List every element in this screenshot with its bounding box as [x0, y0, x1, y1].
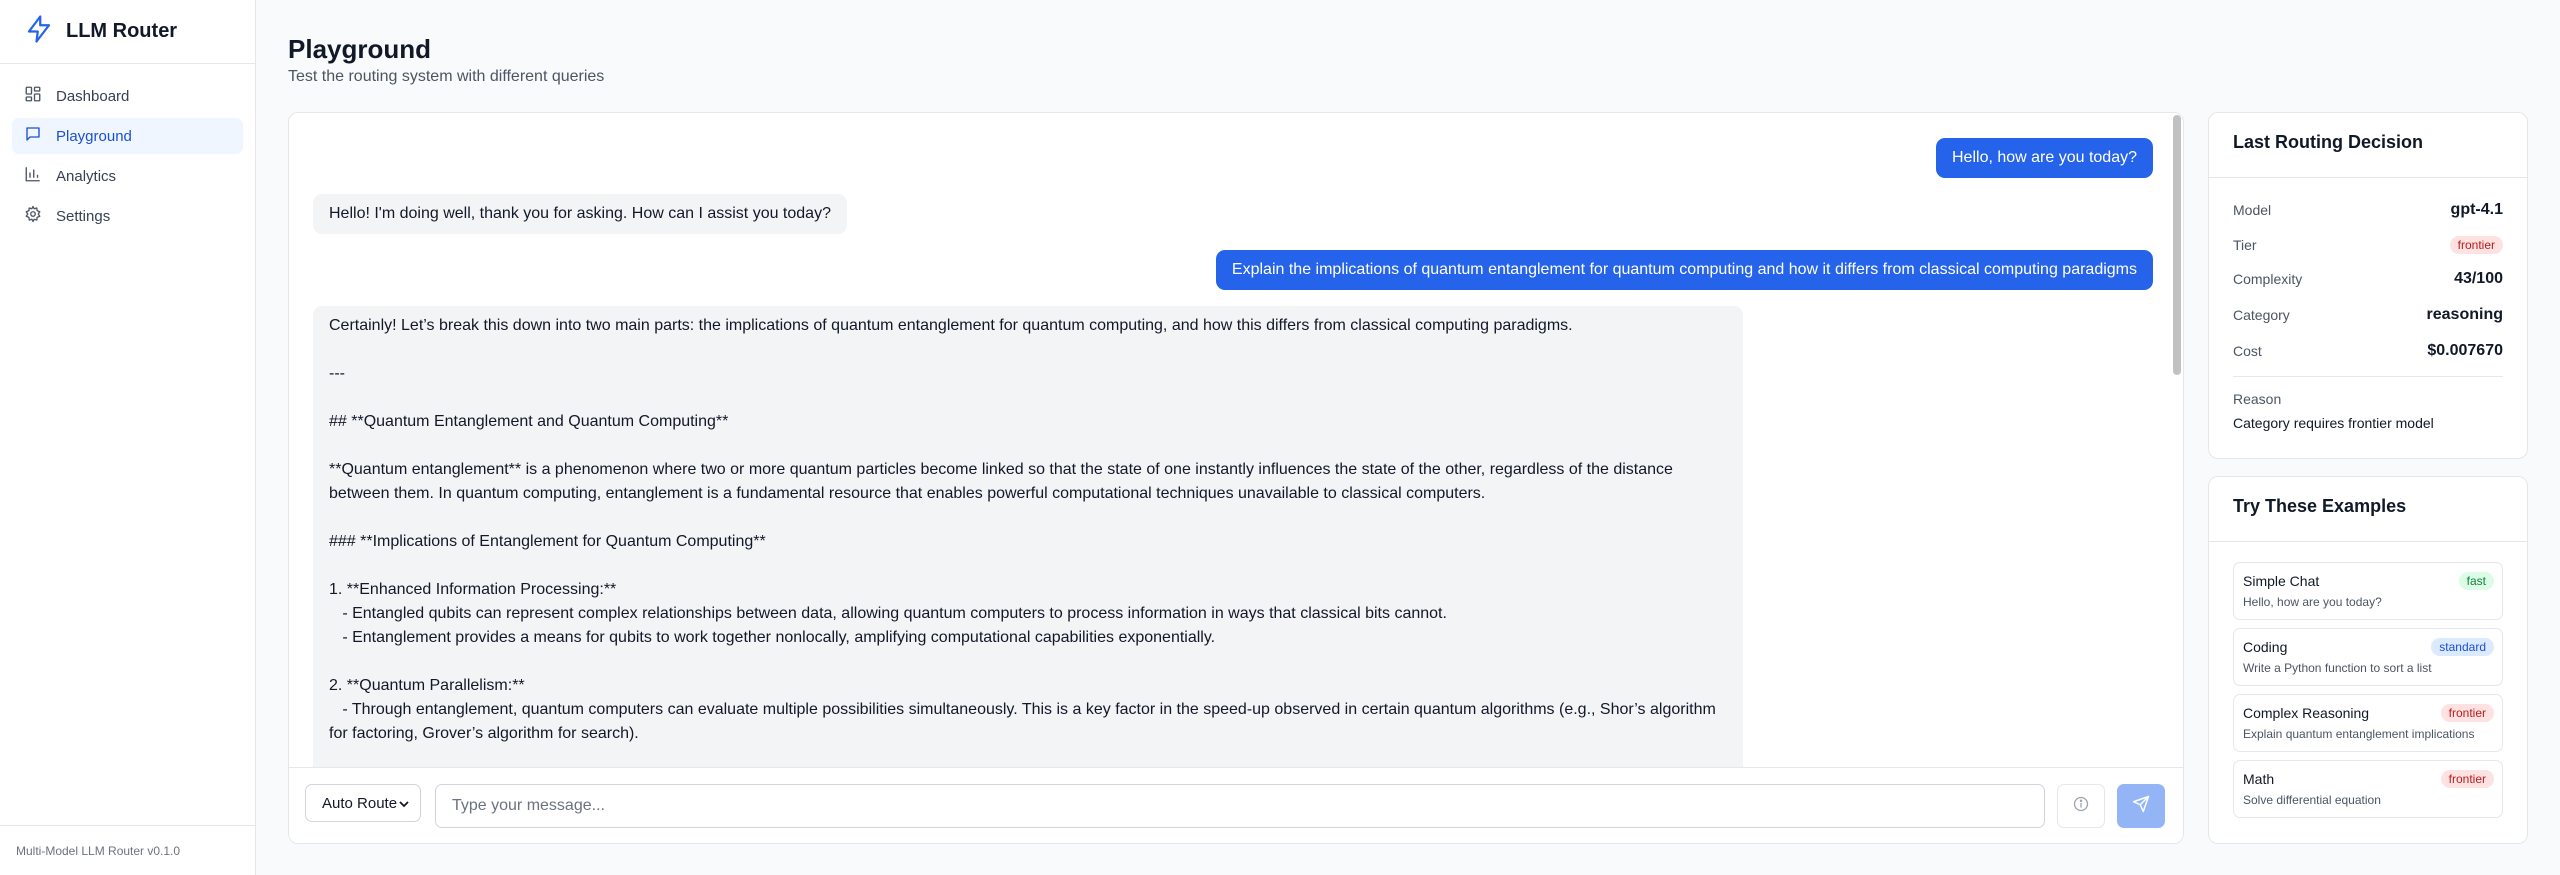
- sidebar-nav: Dashboard Playground Analytics Settings: [0, 64, 255, 252]
- dashboard-icon: [24, 85, 42, 107]
- example-desc: Solve differential equation: [2243, 793, 2381, 807]
- answer-line: - Entanglement provides a means for qubi…: [329, 629, 1216, 646]
- answer-line: **Quantum entanglement** is a phenomenon…: [329, 461, 1673, 502]
- scrollbar[interactable]: [2173, 115, 2181, 375]
- examples-card: Try These Examples Simple Chat fast Hell…: [2208, 476, 2528, 844]
- example-complex-reasoning[interactable]: Complex Reasoning frontier Explain quant…: [2233, 694, 2503, 752]
- model-row: Model gpt-4.1: [2233, 198, 2503, 222]
- sidebar-item-playground[interactable]: Playground: [12, 118, 243, 154]
- version-footer: Multi-Model LLM Router v0.1.0: [0, 825, 255, 875]
- message-list: Hello, how are you today? Hello! I'm doi…: [289, 113, 2183, 767]
- page-title: Playground: [288, 34, 432, 64]
- model-value: gpt-4.1: [2450, 201, 2503, 218]
- send-icon: [2132, 795, 2150, 818]
- tier-badge: standard: [2431, 638, 2494, 656]
- sidebar-item-label: Analytics: [56, 167, 117, 185]
- cost-label: Cost: [2233, 343, 2262, 359]
- route-select-value: Auto Route: [322, 794, 398, 812]
- page-subtitle: Test the routing system with different q…: [288, 68, 605, 85]
- gear-icon: [24, 205, 42, 227]
- chat-icon: [24, 125, 42, 147]
- sidebar-item-label: Dashboard: [56, 87, 130, 105]
- assistant-message: Certainly! Let’s break this down into tw…: [313, 306, 1743, 767]
- tier-badge: frontier: [2440, 704, 2494, 722]
- reason-label: Reason: [2233, 391, 2282, 407]
- cost-value: $0.007670: [2427, 342, 2503, 359]
- answer-line: ## **Quantum Entanglement and Quantum Co…: [329, 413, 729, 430]
- answer-line: - Through entanglement, quantum computer…: [329, 701, 1721, 742]
- answer-line: Certainly! Let’s break this down into tw…: [329, 317, 1573, 334]
- example-title: Math: [2243, 771, 2275, 787]
- category-row: Category reasoning: [2233, 303, 2503, 327]
- example-math[interactable]: Math frontier Solve differential equatio…: [2233, 760, 2503, 818]
- complexity-label: Complexity: [2233, 271, 2303, 287]
- lightning-bolt-icon: [24, 14, 54, 49]
- category-value: reasoning: [2426, 306, 2503, 323]
- brand[interactable]: LLM Router: [0, 0, 255, 64]
- sidebar-item-settings[interactable]: Settings: [12, 198, 243, 234]
- sidebar-item-label: Playground: [56, 127, 132, 145]
- complexity-row: Complexity 43/100: [2233, 267, 2503, 291]
- answer-line: 2. **Quantum Parallelism:**: [329, 677, 525, 694]
- example-simple-chat[interactable]: Simple Chat fast Hello, how are you toda…: [2233, 562, 2503, 620]
- user-message: Hello, how are you today?: [1936, 138, 2153, 178]
- answer-line: 1. **Enhanced Information Processing:**: [329, 581, 617, 598]
- info-button[interactable]: [2057, 784, 2105, 828]
- example-title: Coding: [2243, 639, 2288, 655]
- category-label: Category: [2233, 307, 2290, 323]
- answer-line: - Entangled qubits can represent complex…: [329, 605, 1447, 622]
- example-title: Simple Chat: [2243, 573, 2320, 589]
- card-title: Try These Examples: [2233, 496, 2407, 516]
- input-bar: Auto Route: [289, 767, 2183, 843]
- message-input[interactable]: [435, 784, 2045, 828]
- bar-chart-icon: [24, 165, 42, 187]
- tier-label: Tier: [2233, 237, 2257, 253]
- example-desc: Write a Python function to sort a list: [2243, 661, 2432, 675]
- card-title: Last Routing Decision: [2233, 132, 2424, 152]
- answer-line: ---: [329, 365, 345, 382]
- example-title: Complex Reasoning: [2243, 705, 2370, 721]
- example-desc: Hello, how are you today?: [2243, 595, 2382, 609]
- sidebar: LLM Router Dashboard Playground Analytic…: [0, 0, 256, 875]
- tier-badge: fast: [2458, 572, 2494, 590]
- chevron-down-icon: [398, 797, 410, 814]
- sidebar-item-analytics[interactable]: Analytics: [12, 158, 243, 194]
- routing-decision-card: Last Routing Decision Model gpt-4.1 Tier…: [2208, 112, 2528, 459]
- example-coding[interactable]: Coding standard Write a Python function …: [2233, 628, 2503, 686]
- tier-badge: frontier: [2440, 770, 2494, 788]
- cost-row: Cost $0.007670: [2233, 339, 2503, 363]
- answer-line: ### **Implications of Entanglement for Q…: [329, 533, 766, 550]
- model-label: Model: [2233, 202, 2272, 218]
- route-select[interactable]: Auto Route: [305, 784, 421, 822]
- tier-row: Tier frontier: [2233, 233, 2503, 257]
- complexity-value: 43/100: [2454, 270, 2503, 287]
- user-message: Explain the implications of quantum enta…: [1215, 250, 2153, 290]
- brand-name: LLM Router: [66, 20, 178, 42]
- send-button[interactable]: [2117, 784, 2165, 828]
- assistant-message: Hello! I'm doing well, thank you for ask…: [313, 194, 847, 234]
- tier-badge: frontier: [2449, 236, 2503, 254]
- sidebar-item-dashboard[interactable]: Dashboard: [12, 78, 243, 114]
- sidebar-item-label: Settings: [56, 207, 111, 225]
- example-desc: Explain quantum entanglement implication…: [2243, 727, 2475, 741]
- chat-panel: Hello, how are you today? Hello! I'm doi…: [288, 112, 2184, 844]
- info-icon: [2073, 796, 2089, 817]
- reason-value: Category requires frontier model: [2233, 415, 2434, 431]
